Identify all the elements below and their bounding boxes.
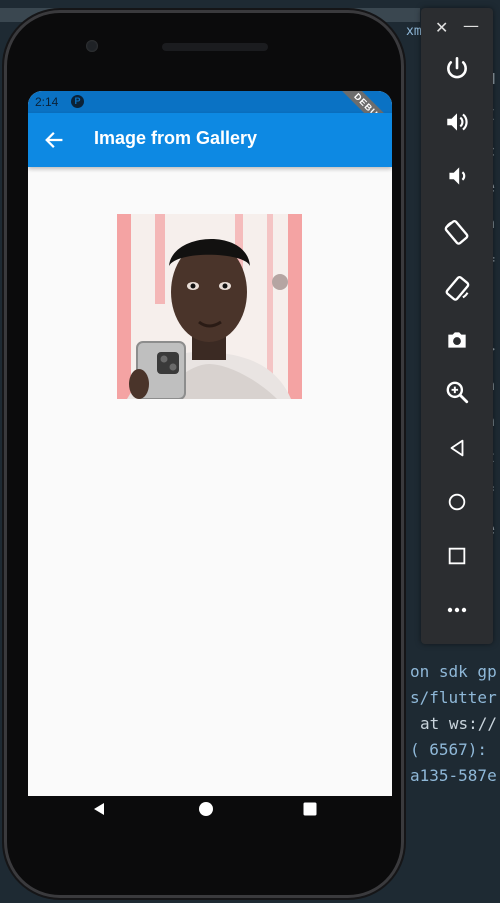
ide-tab-label: xm xyxy=(406,24,422,39)
page-title: Image from Gallery xyxy=(94,128,258,148)
phone-screen: 2:14 P DEBUG Image from Gallery xyxy=(28,91,392,796)
rotate-right-button[interactable] xyxy=(439,270,475,306)
minimize-emulator-button[interactable]: — xyxy=(463,16,479,35)
front-camera xyxy=(86,40,98,52)
zoom-icon xyxy=(446,381,469,404)
power-button[interactable] xyxy=(439,50,475,86)
ide-console-line: ( 6567): xyxy=(410,740,488,759)
phone-frame: 2:14 P DEBUG Image from Gallery xyxy=(4,10,404,898)
power-icon xyxy=(447,56,467,79)
ide-console-line: on sdk gp xyxy=(410,662,497,681)
more-options-button[interactable] xyxy=(439,592,475,628)
status-bar: 2:14 P xyxy=(28,91,392,113)
gallery-image xyxy=(117,214,302,399)
status-time: 2:14 xyxy=(35,95,59,109)
back-button[interactable] xyxy=(38,124,70,156)
emulator-home-button[interactable] xyxy=(439,484,475,520)
nav-overview-icon xyxy=(303,802,317,816)
ide-console-line: a135-587e xyxy=(410,766,497,785)
nav-home-button[interactable] xyxy=(191,794,221,824)
emulator-back-button[interactable] xyxy=(439,430,475,466)
arrow-back-icon xyxy=(45,132,63,148)
selfie-photo xyxy=(117,214,302,399)
close-emulator-button[interactable]: ✕ xyxy=(435,18,448,37)
rotate-left-button[interactable] xyxy=(439,214,475,250)
zoom-button[interactable] xyxy=(439,374,475,410)
overview-icon xyxy=(448,547,466,565)
volume-down-icon xyxy=(449,167,466,185)
more-icon xyxy=(447,607,467,613)
rotate-right-icon xyxy=(445,275,470,301)
nav-back-button[interactable] xyxy=(84,794,114,824)
earpiece xyxy=(162,43,268,51)
volume-up-icon xyxy=(447,113,468,131)
screenshot-button[interactable] xyxy=(439,322,475,358)
emulator-overview-button[interactable] xyxy=(439,538,475,574)
app-bar: Image from Gallery xyxy=(28,113,392,167)
volume-down-button[interactable] xyxy=(439,158,475,194)
camera-icon xyxy=(448,332,466,348)
back-icon xyxy=(450,439,464,457)
ide-console-line: at ws:// xyxy=(420,714,498,733)
volume-up-button[interactable] xyxy=(439,104,475,140)
nav-overview-button[interactable] xyxy=(295,794,325,824)
rotate-left-icon xyxy=(444,219,469,245)
nav-home-icon xyxy=(199,802,213,816)
app-notification-icon: P xyxy=(71,95,84,108)
ide-console-line: s/flutter xyxy=(410,688,497,707)
emulator-toolbar: ✕ — xyxy=(421,8,493,644)
nav-back-icon xyxy=(94,803,104,815)
android-nav-bar xyxy=(24,786,388,832)
home-icon xyxy=(448,493,466,511)
